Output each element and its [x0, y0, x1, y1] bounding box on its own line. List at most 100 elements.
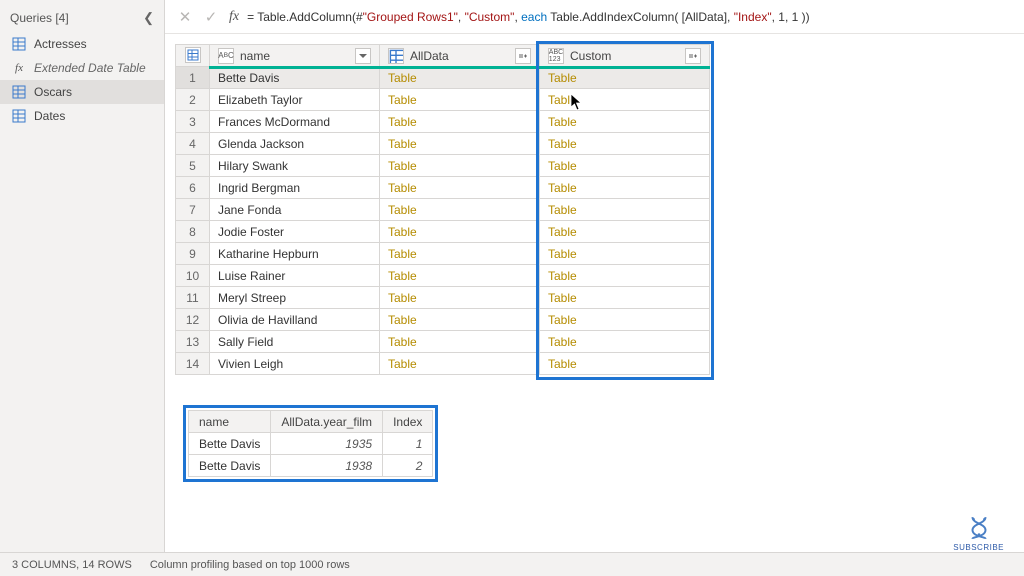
table-row[interactable]: 5Hilary SwankTableTable: [176, 155, 710, 177]
cell-alldata[interactable]: Table: [380, 89, 540, 111]
row-number[interactable]: 12: [176, 309, 210, 331]
table-icon: [12, 109, 26, 123]
cell-alldata[interactable]: Table: [380, 265, 540, 287]
cell-name[interactable]: Olivia de Havilland: [210, 309, 380, 331]
row-number[interactable]: 1: [176, 67, 210, 89]
cell-name[interactable]: Sally Field: [210, 331, 380, 353]
column-header-name[interactable]: ABCname: [210, 45, 380, 67]
row-number[interactable]: 2: [176, 89, 210, 111]
table-row[interactable]: 2Elizabeth TaylorTableTable: [176, 89, 710, 111]
cell-alldata[interactable]: Table: [380, 133, 540, 155]
column-header-custom[interactable]: ABC123Custom: [540, 45, 710, 67]
cell-custom[interactable]: Table: [540, 133, 710, 155]
row-number[interactable]: 14: [176, 353, 210, 375]
cell-custom[interactable]: Table: [540, 111, 710, 133]
cell-custom[interactable]: Table: [540, 177, 710, 199]
collapse-sidebar-icon[interactable]: ❮: [143, 10, 154, 26]
row-number[interactable]: 5: [176, 155, 210, 177]
table-row[interactable]: 11Meryl StreepTableTable: [176, 287, 710, 309]
row-number[interactable]: 10: [176, 265, 210, 287]
table-row[interactable]: 7Jane FondaTableTable: [176, 199, 710, 221]
cell-alldata[interactable]: Table: [380, 199, 540, 221]
expand-icon[interactable]: [515, 48, 531, 64]
commit-formula-icon[interactable]: ✓: [201, 8, 221, 26]
subscribe-badge[interactable]: SUBSCRIBE: [953, 515, 1004, 552]
filter-icon[interactable]: [355, 48, 371, 64]
cancel-formula-icon[interactable]: ✕: [175, 8, 195, 26]
table-row[interactable]: 14Vivien LeighTableTable: [176, 353, 710, 375]
query-item[interactable]: Actresses: [0, 32, 164, 56]
cell-custom[interactable]: Table: [540, 155, 710, 177]
row-number[interactable]: 4: [176, 133, 210, 155]
cell-name[interactable]: Hilary Swank: [210, 155, 380, 177]
cell-alldata[interactable]: Table: [380, 67, 540, 89]
cell-alldata[interactable]: Table: [380, 353, 540, 375]
cell-name[interactable]: Ingrid Bergman: [210, 177, 380, 199]
cell-custom[interactable]: Table: [540, 287, 710, 309]
cell-name[interactable]: Frances McDormand: [210, 111, 380, 133]
preview-row[interactable]: Bette Davis19351: [189, 433, 433, 455]
table-row[interactable]: 4Glenda JacksonTableTable: [176, 133, 710, 155]
table-row[interactable]: 12Olivia de HavillandTableTable: [176, 309, 710, 331]
row-number[interactable]: 6: [176, 177, 210, 199]
query-label: Actresses: [34, 37, 87, 51]
cell-custom[interactable]: Table: [540, 243, 710, 265]
query-item[interactable]: fxExtended Date Table: [0, 56, 164, 80]
cell-custom[interactable]: Table: [540, 309, 710, 331]
table-icon: [185, 47, 201, 63]
row-number[interactable]: 8: [176, 221, 210, 243]
cell-name[interactable]: Jane Fonda: [210, 199, 380, 221]
query-item[interactable]: Dates: [0, 104, 164, 128]
type-text-icon[interactable]: ABC: [218, 48, 234, 64]
cell-name[interactable]: Bette Davis: [210, 67, 380, 89]
table-row[interactable]: 6Ingrid BergmanTableTable: [176, 177, 710, 199]
cell-alldata[interactable]: Table: [380, 331, 540, 353]
cell-name[interactable]: Elizabeth Taylor: [210, 89, 380, 111]
cell-alldata[interactable]: Table: [380, 111, 540, 133]
table-corner[interactable]: [176, 45, 210, 67]
type-table-icon[interactable]: [388, 48, 404, 64]
cell-alldata[interactable]: Table: [380, 287, 540, 309]
expand-icon[interactable]: [685, 48, 701, 64]
table-row[interactable]: 9Katharine HepburnTableTable: [176, 243, 710, 265]
cell-name[interactable]: Meryl Streep: [210, 287, 380, 309]
formula-bar: ✕ ✓ fx = Table.AddColumn(#"Grouped Rows1…: [165, 0, 1024, 34]
table-row[interactable]: 3Frances McDormandTableTable: [176, 111, 710, 133]
formula-input[interactable]: = Table.AddColumn(#"Grouped Rows1", "Cus…: [247, 10, 1014, 24]
preview-column-header[interactable]: Index: [383, 411, 433, 433]
type-any-icon[interactable]: ABC123: [548, 48, 564, 64]
table-row[interactable]: 10Luise RainerTableTable: [176, 265, 710, 287]
table-row[interactable]: 8Jodie FosterTableTable: [176, 221, 710, 243]
row-number[interactable]: 13: [176, 331, 210, 353]
cell-name[interactable]: Jodie Foster: [210, 221, 380, 243]
row-number[interactable]: 3: [176, 111, 210, 133]
table-row[interactable]: 1Bette DavisTableTable: [176, 67, 710, 89]
row-number[interactable]: 11: [176, 287, 210, 309]
cell-name[interactable]: Glenda Jackson: [210, 133, 380, 155]
row-number[interactable]: 9: [176, 243, 210, 265]
preview-column-header[interactable]: name: [189, 411, 271, 433]
cell-custom[interactable]: Table: [540, 67, 710, 89]
cell-alldata[interactable]: Table: [380, 243, 540, 265]
cell-custom[interactable]: Table: [540, 89, 710, 111]
cell-custom[interactable]: Table: [540, 221, 710, 243]
cell-name[interactable]: Luise Rainer: [210, 265, 380, 287]
cell-custom[interactable]: Table: [540, 265, 710, 287]
cell-name[interactable]: Katharine Hepburn: [210, 243, 380, 265]
cell-custom[interactable]: Table: [540, 353, 710, 375]
row-number[interactable]: 7: [176, 199, 210, 221]
column-header-alldata[interactable]: AllData: [380, 45, 540, 67]
cell-alldata[interactable]: Table: [380, 177, 540, 199]
preview-row[interactable]: Bette Davis19382: [189, 455, 433, 477]
table-row[interactable]: 13Sally FieldTableTable: [176, 331, 710, 353]
cell-alldata[interactable]: Table: [380, 221, 540, 243]
query-item[interactable]: Oscars: [0, 80, 164, 104]
cell-alldata[interactable]: Table: [380, 309, 540, 331]
preview-column-header[interactable]: AllData.year_film: [271, 411, 383, 433]
cell-custom[interactable]: Table: [540, 331, 710, 353]
cell-alldata[interactable]: Table: [380, 155, 540, 177]
cell-custom[interactable]: Table: [540, 199, 710, 221]
column-label: AllData: [410, 49, 509, 63]
cell-name[interactable]: Vivien Leigh: [210, 353, 380, 375]
data-grid[interactable]: ABCnameAllDataABC123Custom 1Bette DavisT…: [175, 44, 710, 375]
